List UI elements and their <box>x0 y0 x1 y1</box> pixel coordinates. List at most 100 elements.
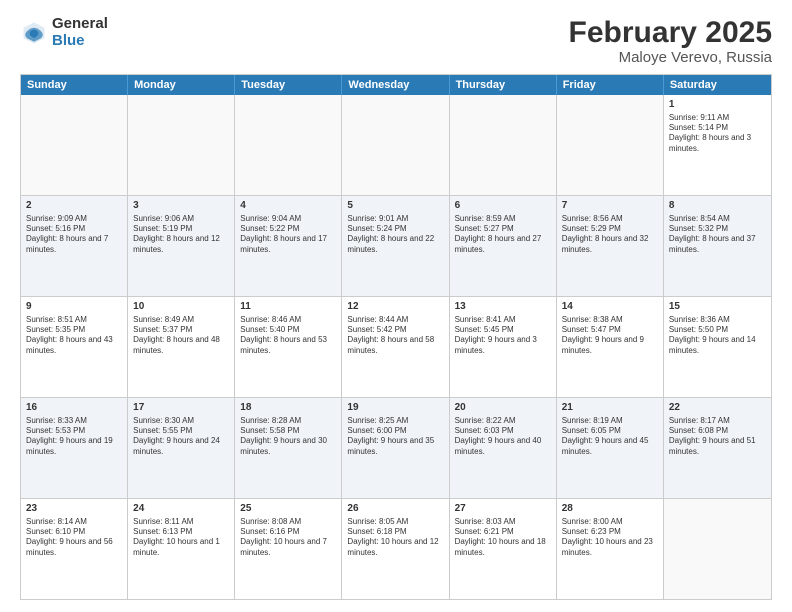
calendar-row-1: 2Sunrise: 9:09 AM Sunset: 5:16 PM Daylig… <box>21 196 771 297</box>
cell-2-1: 10Sunrise: 8:49 AM Sunset: 5:37 PM Dayli… <box>128 297 235 397</box>
cell-text-1-0: Sunrise: 9:09 AM Sunset: 5:16 PM Dayligh… <box>26 214 122 256</box>
calendar: Sunday Monday Tuesday Wednesday Thursday… <box>20 74 772 600</box>
cell-text-4-4: Sunrise: 8:03 AM Sunset: 6:21 PM Dayligh… <box>455 517 551 559</box>
cell-4-2: 25Sunrise: 8:08 AM Sunset: 6:16 PM Dayli… <box>235 499 342 599</box>
cell-2-0: 9Sunrise: 8:51 AM Sunset: 5:35 PM Daylig… <box>21 297 128 397</box>
logo-text: General Blue <box>52 16 108 49</box>
day-number-3-2: 18 <box>240 401 336 415</box>
header-sunday: Sunday <box>21 75 128 95</box>
header-tuesday: Tuesday <box>235 75 342 95</box>
cell-2-6: 15Sunrise: 8:36 AM Sunset: 5:50 PM Dayli… <box>664 297 771 397</box>
header-wednesday: Wednesday <box>342 75 449 95</box>
day-number-0-6: 1 <box>669 98 766 112</box>
cell-3-6: 22Sunrise: 8:17 AM Sunset: 6:08 PM Dayli… <box>664 398 771 498</box>
cell-text-3-2: Sunrise: 8:28 AM Sunset: 5:58 PM Dayligh… <box>240 416 336 458</box>
cell-text-2-1: Sunrise: 8:49 AM Sunset: 5:37 PM Dayligh… <box>133 315 229 357</box>
cell-2-3: 12Sunrise: 8:44 AM Sunset: 5:42 PM Dayli… <box>342 297 449 397</box>
cell-text-2-6: Sunrise: 8:36 AM Sunset: 5:50 PM Dayligh… <box>669 315 766 357</box>
day-number-2-6: 15 <box>669 300 766 314</box>
day-number-4-3: 26 <box>347 502 443 516</box>
day-number-4-1: 24 <box>133 502 229 516</box>
day-number-3-6: 22 <box>669 401 766 415</box>
cell-text-2-5: Sunrise: 8:38 AM Sunset: 5:47 PM Dayligh… <box>562 315 658 357</box>
cell-text-4-2: Sunrise: 8:08 AM Sunset: 6:16 PM Dayligh… <box>240 517 336 559</box>
cell-text-1-2: Sunrise: 9:04 AM Sunset: 5:22 PM Dayligh… <box>240 214 336 256</box>
cell-1-5: 7Sunrise: 8:56 AM Sunset: 5:29 PM Daylig… <box>557 196 664 296</box>
header-saturday: Saturday <box>664 75 771 95</box>
cell-0-5 <box>557 95 664 195</box>
cell-1-3: 5Sunrise: 9:01 AM Sunset: 5:24 PM Daylig… <box>342 196 449 296</box>
cell-0-0 <box>21 95 128 195</box>
header-thursday: Thursday <box>450 75 557 95</box>
cell-3-0: 16Sunrise: 8:33 AM Sunset: 5:53 PM Dayli… <box>21 398 128 498</box>
calendar-row-4: 23Sunrise: 8:14 AM Sunset: 6:10 PM Dayli… <box>21 499 771 599</box>
cell-4-1: 24Sunrise: 8:11 AM Sunset: 6:13 PM Dayli… <box>128 499 235 599</box>
logo-icon <box>20 19 48 47</box>
calendar-subtitle: Maloye Verevo, Russia <box>569 49 772 66</box>
cell-3-2: 18Sunrise: 8:28 AM Sunset: 5:58 PM Dayli… <box>235 398 342 498</box>
cell-0-4 <box>450 95 557 195</box>
day-number-3-5: 21 <box>562 401 658 415</box>
cell-text-4-3: Sunrise: 8:05 AM Sunset: 6:18 PM Dayligh… <box>347 517 443 559</box>
header-friday: Friday <box>557 75 664 95</box>
day-number-3-4: 20 <box>455 401 551 415</box>
calendar-title: February 2025 <box>569 16 772 49</box>
cell-text-4-0: Sunrise: 8:14 AM Sunset: 6:10 PM Dayligh… <box>26 517 122 559</box>
day-number-1-3: 5 <box>347 199 443 213</box>
header-monday: Monday <box>128 75 235 95</box>
cell-text-4-1: Sunrise: 8:11 AM Sunset: 6:13 PM Dayligh… <box>133 517 229 559</box>
day-number-1-1: 3 <box>133 199 229 213</box>
cell-text-3-5: Sunrise: 8:19 AM Sunset: 6:05 PM Dayligh… <box>562 416 658 458</box>
day-number-1-2: 4 <box>240 199 336 213</box>
cell-4-4: 27Sunrise: 8:03 AM Sunset: 6:21 PM Dayli… <box>450 499 557 599</box>
cell-3-3: 19Sunrise: 8:25 AM Sunset: 6:00 PM Dayli… <box>342 398 449 498</box>
calendar-header: Sunday Monday Tuesday Wednesday Thursday… <box>21 75 771 95</box>
cell-0-3 <box>342 95 449 195</box>
cell-text-1-4: Sunrise: 8:59 AM Sunset: 5:27 PM Dayligh… <box>455 214 551 256</box>
cell-1-0: 2Sunrise: 9:09 AM Sunset: 5:16 PM Daylig… <box>21 196 128 296</box>
cell-3-1: 17Sunrise: 8:30 AM Sunset: 5:55 PM Dayli… <box>128 398 235 498</box>
day-number-2-2: 11 <box>240 300 336 314</box>
cell-text-1-1: Sunrise: 9:06 AM Sunset: 5:19 PM Dayligh… <box>133 214 229 256</box>
cell-3-4: 20Sunrise: 8:22 AM Sunset: 6:03 PM Dayli… <box>450 398 557 498</box>
cell-2-2: 11Sunrise: 8:46 AM Sunset: 5:40 PM Dayli… <box>235 297 342 397</box>
day-number-2-5: 14 <box>562 300 658 314</box>
day-number-1-0: 2 <box>26 199 122 213</box>
day-number-3-3: 19 <box>347 401 443 415</box>
day-number-2-3: 12 <box>347 300 443 314</box>
calendar-row-2: 9Sunrise: 8:51 AM Sunset: 5:35 PM Daylig… <box>21 297 771 398</box>
cell-text-2-0: Sunrise: 8:51 AM Sunset: 5:35 PM Dayligh… <box>26 315 122 357</box>
cell-4-3: 26Sunrise: 8:05 AM Sunset: 6:18 PM Dayli… <box>342 499 449 599</box>
cell-text-3-3: Sunrise: 8:25 AM Sunset: 6:00 PM Dayligh… <box>347 416 443 458</box>
cell-text-1-3: Sunrise: 9:01 AM Sunset: 5:24 PM Dayligh… <box>347 214 443 256</box>
title-block: February 2025 Maloye Verevo, Russia <box>569 16 772 66</box>
cell-text-0-6: Sunrise: 9:11 AM Sunset: 5:14 PM Dayligh… <box>669 113 766 155</box>
calendar-row-3: 16Sunrise: 8:33 AM Sunset: 5:53 PM Dayli… <box>21 398 771 499</box>
cell-1-2: 4Sunrise: 9:04 AM Sunset: 5:22 PM Daylig… <box>235 196 342 296</box>
cell-1-6: 8Sunrise: 8:54 AM Sunset: 5:32 PM Daylig… <box>664 196 771 296</box>
cell-4-0: 23Sunrise: 8:14 AM Sunset: 6:10 PM Dayli… <box>21 499 128 599</box>
page: General Blue February 2025 Maloye Verevo… <box>0 0 792 612</box>
cell-text-3-4: Sunrise: 8:22 AM Sunset: 6:03 PM Dayligh… <box>455 416 551 458</box>
day-number-2-4: 13 <box>455 300 551 314</box>
day-number-2-1: 10 <box>133 300 229 314</box>
day-number-1-4: 6 <box>455 199 551 213</box>
cell-0-6: 1Sunrise: 9:11 AM Sunset: 5:14 PM Daylig… <box>664 95 771 195</box>
day-number-3-1: 17 <box>133 401 229 415</box>
cell-text-3-6: Sunrise: 8:17 AM Sunset: 6:08 PM Dayligh… <box>669 416 766 458</box>
cell-2-5: 14Sunrise: 8:38 AM Sunset: 5:47 PM Dayli… <box>557 297 664 397</box>
cell-text-4-5: Sunrise: 8:00 AM Sunset: 6:23 PM Dayligh… <box>562 517 658 559</box>
cell-4-5: 28Sunrise: 8:00 AM Sunset: 6:23 PM Dayli… <box>557 499 664 599</box>
day-number-1-6: 8 <box>669 199 766 213</box>
cell-text-3-0: Sunrise: 8:33 AM Sunset: 5:53 PM Dayligh… <box>26 416 122 458</box>
day-number-1-5: 7 <box>562 199 658 213</box>
day-number-4-5: 28 <box>562 502 658 516</box>
day-number-2-0: 9 <box>26 300 122 314</box>
day-number-4-4: 27 <box>455 502 551 516</box>
day-number-4-0: 23 <box>26 502 122 516</box>
cell-text-1-6: Sunrise: 8:54 AM Sunset: 5:32 PM Dayligh… <box>669 214 766 256</box>
cell-3-5: 21Sunrise: 8:19 AM Sunset: 6:05 PM Dayli… <box>557 398 664 498</box>
cell-1-4: 6Sunrise: 8:59 AM Sunset: 5:27 PM Daylig… <box>450 196 557 296</box>
cell-2-4: 13Sunrise: 8:41 AM Sunset: 5:45 PM Dayli… <box>450 297 557 397</box>
cell-text-2-2: Sunrise: 8:46 AM Sunset: 5:40 PM Dayligh… <box>240 315 336 357</box>
